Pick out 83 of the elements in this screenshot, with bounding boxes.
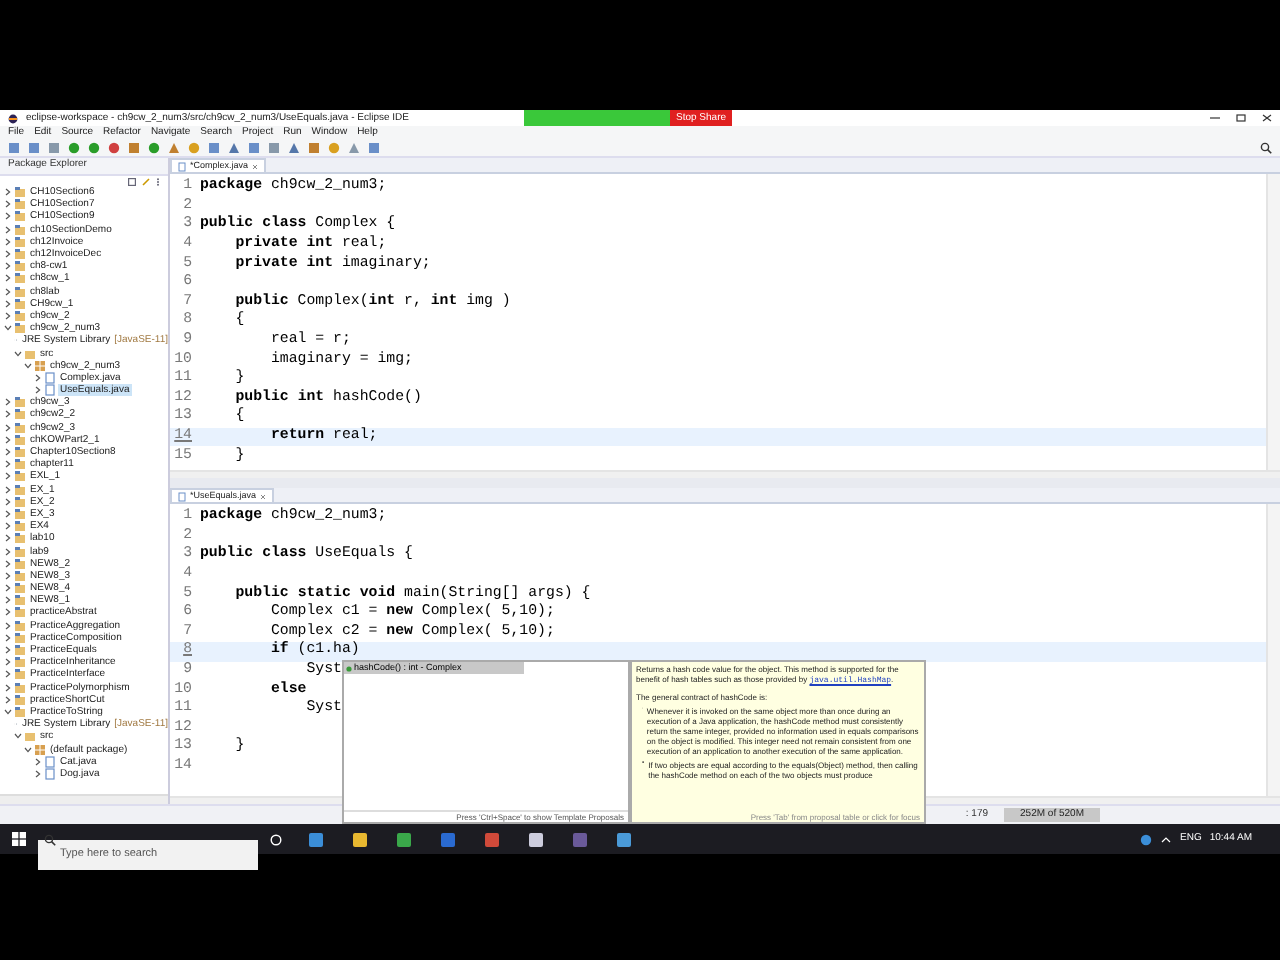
chevron-right-icon[interactable]: [4, 584, 12, 593]
chevron-right-icon[interactable]: [34, 373, 42, 382]
chevron-down-icon[interactable]: [14, 732, 22, 741]
triangle-icon[interactable]: [168, 141, 180, 153]
chevron-right-icon[interactable]: [4, 262, 12, 271]
chevron-down-icon[interactable]: [24, 745, 32, 754]
square-icon[interactable]: [128, 141, 140, 153]
square-icon[interactable]: [208, 141, 220, 153]
chevron-right-icon[interactable]: [34, 769, 42, 778]
chevron-right-icon[interactable]: [4, 225, 12, 234]
chevron-right-icon[interactable]: [4, 646, 12, 655]
triangle-icon[interactable]: [288, 141, 300, 153]
chevron-right-icon[interactable]: [4, 299, 12, 308]
chevron-right-icon[interactable]: [4, 237, 12, 246]
chevron-right-icon[interactable]: [4, 683, 12, 692]
folder-icon: [24, 347, 36, 360]
chevron-right-icon[interactable]: [4, 633, 12, 642]
chevron-down-icon[interactable]: [14, 349, 22, 358]
chevron-right-icon[interactable]: [4, 571, 12, 580]
chevron-right-icon[interactable]: [4, 423, 12, 432]
square-icon[interactable]: [48, 141, 60, 153]
chevron-right-icon[interactable]: [4, 460, 12, 469]
chevron-right-icon[interactable]: [4, 621, 12, 630]
chevron-right-icon[interactable]: [34, 757, 42, 766]
chevron-right-icon[interactable]: [4, 509, 12, 518]
circle-icon: [346, 665, 352, 671]
chevron-right-icon[interactable]: [4, 695, 12, 704]
square-icon[interactable]: [368, 141, 380, 153]
app-icon[interactable]: [528, 831, 544, 847]
circle-icon[interactable]: [270, 833, 282, 845]
chevron-down-icon[interactable]: [4, 707, 12, 716]
search-icon: [44, 833, 56, 845]
collapse-icon[interactable]: [128, 177, 136, 185]
chevron-right-icon[interactable]: [4, 200, 12, 209]
app-icon[interactable]: [396, 831, 412, 847]
chevron-right-icon[interactable]: [34, 386, 42, 395]
chevron-right-icon[interactable]: [4, 670, 12, 679]
link-icon[interactable]: [142, 177, 150, 185]
app-icon[interactable]: [308, 831, 324, 847]
square-icon[interactable]: [28, 141, 40, 153]
chevron-down-icon[interactable]: [24, 361, 32, 370]
chevron-right-icon[interactable]: [4, 212, 12, 221]
maximize-icon[interactable]: [1236, 114, 1246, 122]
search-icon[interactable]: [1260, 141, 1272, 153]
chevron-right-icon[interactable]: [4, 250, 12, 259]
vertical-scrollbar[interactable]: [1266, 174, 1280, 470]
chevron-right-icon[interactable]: [4, 472, 12, 481]
package-icon: [34, 743, 46, 756]
chevron-right-icon[interactable]: [4, 522, 12, 531]
chevron-right-icon[interactable]: [4, 497, 12, 506]
app-icon: [8, 113, 18, 123]
package-icon: [34, 359, 46, 372]
app-icon[interactable]: [352, 831, 368, 847]
chevron-right-icon[interactable]: [4, 534, 12, 543]
triangle-icon[interactable]: [228, 141, 240, 153]
close-icon[interactable]: [1262, 114, 1272, 122]
square-icon[interactable]: [308, 141, 320, 153]
horizontal-scrollbar[interactable]: [0, 794, 168, 804]
chevron-right-icon[interactable]: [4, 188, 12, 197]
square-icon[interactable]: [268, 141, 280, 153]
chevron-right-icon[interactable]: [4, 596, 12, 605]
chevron-right-icon[interactable]: [4, 608, 12, 617]
square-icon[interactable]: [8, 141, 20, 153]
chevron-up-icon[interactable]: [1160, 833, 1173, 845]
chevron-right-icon[interactable]: [4, 448, 12, 457]
chevron-right-icon[interactable]: [4, 658, 12, 667]
folder-icon: [24, 730, 36, 743]
chevron-right-icon[interactable]: [4, 311, 12, 320]
chevron-right-icon[interactable]: [4, 410, 12, 419]
chevron-right-icon[interactable]: [4, 547, 12, 556]
triangle-icon[interactable]: [348, 141, 360, 153]
chevron-right-icon[interactable]: [4, 287, 12, 296]
chevron-right-icon[interactable]: [4, 274, 12, 283]
chevron-down-icon[interactable]: [4, 324, 12, 333]
vertical-scrollbar[interactable]: [1266, 504, 1280, 796]
minimize-icon[interactable]: [1210, 114, 1220, 122]
square-icon[interactable]: [248, 141, 260, 153]
chevron-right-icon[interactable]: [4, 435, 12, 444]
chevron-right-icon[interactable]: [4, 559, 12, 568]
chevron-right-icon[interactable]: [4, 485, 12, 494]
start-icon[interactable]: [12, 832, 26, 846]
app-icon[interactable]: [616, 831, 632, 847]
chevron-right-icon[interactable]: [4, 398, 12, 407]
